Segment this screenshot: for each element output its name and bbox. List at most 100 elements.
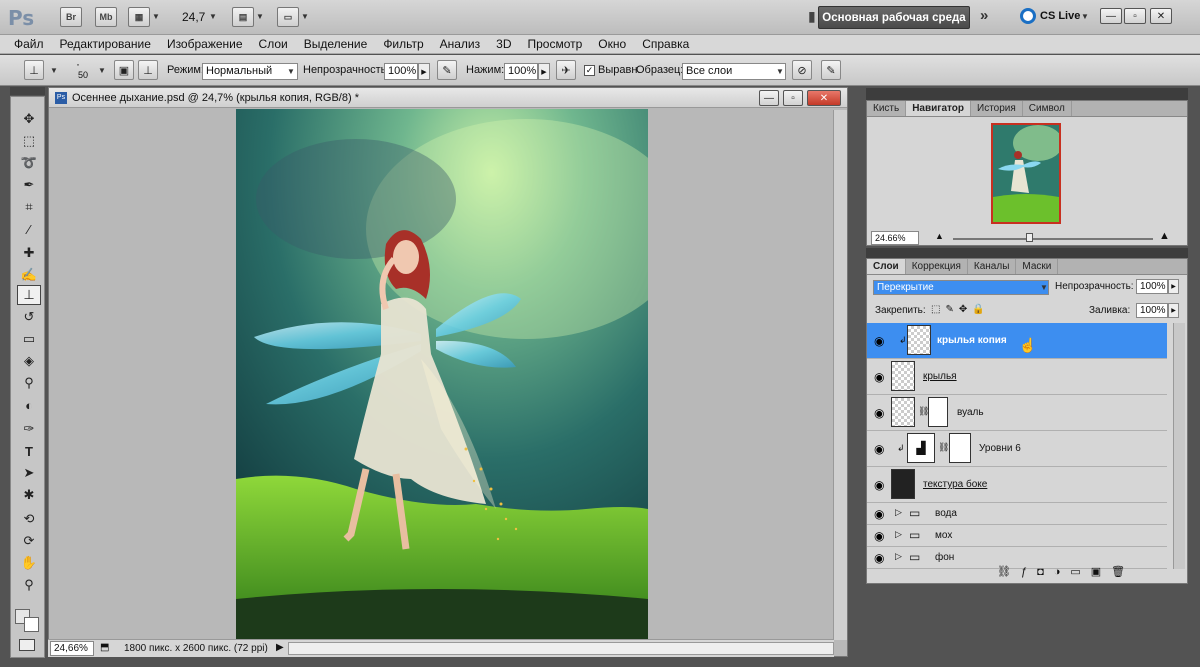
tab-brush[interactable]: Кисть [867, 101, 907, 116]
menu-file[interactable]: Файл [6, 37, 52, 51]
menu-layers[interactable]: Слои [251, 37, 296, 51]
menu-window[interactable]: Окно [590, 37, 634, 51]
quick-mask-icon[interactable] [19, 639, 35, 651]
quick-selection-tool-icon[interactable]: ✒ [17, 175, 41, 195]
layers-dock-header[interactable] [866, 248, 1188, 258]
maximize-button[interactable]: ▫ [1124, 8, 1146, 24]
background-color-swatch[interactable] [24, 617, 39, 632]
lock-icons[interactable]: ⬚✎✥🔒 [931, 304, 990, 315]
menu-filter[interactable]: Фильтр [375, 37, 431, 51]
horizontal-scrollbar[interactable] [288, 642, 834, 655]
path-selection-tool-icon[interactable]: ➤ [17, 463, 41, 483]
image-canvas[interactable] [236, 109, 648, 640]
eye-icon[interactable]: ◉ [874, 478, 884, 492]
doc-minimize-button[interactable]: — [759, 90, 779, 106]
sample-select[interactable]: Все слои [682, 63, 786, 80]
brush-panel-icon[interactable]: ▣ [114, 60, 134, 80]
layer-opacity-slider-button[interactable]: ▶ [1168, 279, 1179, 294]
zoom-in-icon[interactable]: ▲ [1159, 230, 1170, 242]
navigator-preview[interactable] [991, 123, 1061, 224]
zoom-tool-icon[interactable]: ⚲ [17, 575, 41, 595]
eye-icon[interactable]: ◉ [874, 370, 884, 384]
eye-icon[interactable]: ◉ [874, 334, 884, 348]
layers-scrollbar[interactable] [1173, 323, 1185, 569]
pressure-opacity-icon[interactable]: ✎ [437, 60, 457, 80]
3d-rotate-tool-icon[interactable]: ⟲ [17, 509, 41, 529]
menu-image[interactable]: Изображение [159, 37, 251, 51]
more-workspaces-icon[interactable]: ▮ [808, 8, 816, 25]
navigator-zoom-slider[interactable] [953, 238, 1153, 240]
menu-select[interactable]: Выделение [296, 37, 376, 51]
layer-mask-thumbnail[interactable] [928, 397, 948, 427]
status-icon[interactable]: ⬒ [100, 642, 109, 653]
history-brush-tool-icon[interactable]: ↺ [17, 307, 41, 327]
shape-tool-icon[interactable]: ✱ [17, 485, 41, 505]
flow-input[interactable]: 100% [504, 63, 538, 80]
layer-opacity-input[interactable]: 100% [1136, 279, 1168, 294]
crop-tool-icon[interactable]: ⌗ [17, 197, 41, 217]
arrange-documents-button[interactable]: ▤ [232, 7, 254, 27]
menu-help[interactable]: Справка [634, 37, 697, 51]
brush-tool-icon[interactable]: ✍ [17, 265, 41, 285]
layer-group-row[interactable]: ◉ ▷ ▭ вода [867, 503, 1167, 525]
tab-adjustments[interactable]: Коррекция [906, 259, 968, 274]
workspace-switcher-button[interactable]: Основная рабочая среда [818, 6, 970, 29]
clone-source-icon[interactable]: ⊥ [138, 60, 158, 80]
doc-maximize-button[interactable]: ▫ [783, 90, 803, 106]
bridge-button[interactable]: Br [60, 7, 82, 27]
tab-channels[interactable]: Каналы [968, 259, 1017, 274]
tab-layers[interactable]: Слои [867, 259, 906, 274]
move-tool-icon[interactable]: ✥ [17, 109, 41, 129]
opacity-slider-button[interactable]: ▶ [418, 63, 430, 80]
minimize-button[interactable]: — [1100, 8, 1122, 24]
menu-3d[interactable]: 3D [488, 37, 519, 51]
levels-adjustment-icon[interactable]: ▟ [907, 433, 935, 463]
layer-row-selected[interactable]: ◉ ↲ крылья копия ☝ [867, 323, 1167, 359]
eye-icon[interactable]: ◉ [874, 507, 884, 521]
cs-live-button[interactable]: CS Live [1040, 10, 1080, 22]
chevron-down-icon[interactable]: ▼ [98, 66, 106, 75]
eraser-tool-icon[interactable]: ▭ [17, 329, 41, 349]
eyedropper-tool-icon[interactable]: ⁄ [17, 219, 41, 239]
navigator-slider-thumb[interactable] [1026, 233, 1033, 242]
dodge-tool-icon[interactable]: ⚲ [17, 373, 41, 393]
chain-link-icon[interactable]: ⛓ [938, 442, 949, 453]
status-menu-arrow-icon[interactable]: ▶ [276, 642, 284, 653]
expand-arrow-icon[interactable]: ▷ [895, 529, 902, 540]
tab-character[interactable]: Символ [1023, 101, 1072, 116]
layer-name[interactable]: текстура боке [923, 479, 987, 490]
panel-dock-header[interactable] [866, 88, 1188, 100]
tab-history[interactable]: История [971, 101, 1023, 116]
layer-name[interactable]: вода [935, 508, 957, 519]
layer-name[interactable]: вуаль [957, 407, 984, 418]
zoom-percent-field[interactable]: 24,66% [50, 641, 94, 656]
lasso-tool-icon[interactable]: ➰ [17, 153, 41, 173]
navigator-zoom-field[interactable]: 24.66% [871, 231, 919, 245]
layer-row[interactable]: ◉ крылья [867, 359, 1167, 395]
layer-row[interactable]: ◉ ⛓ вуаль [867, 395, 1167, 431]
toolbox-header[interactable] [10, 87, 45, 95]
eye-icon[interactable]: ◉ [874, 406, 884, 420]
eye-icon[interactable]: ◉ [874, 551, 884, 565]
clone-stamp-tool-icon[interactable]: ⊥ [17, 285, 41, 305]
blur-tool-icon[interactable]: ◐ [17, 395, 41, 415]
vertical-scrollbar[interactable] [833, 110, 847, 640]
pressure-size-icon[interactable]: ✎ [821, 60, 841, 80]
opacity-input[interactable]: 100% [384, 63, 418, 80]
double-chevron-icon[interactable]: » [980, 7, 988, 24]
fill-input[interactable]: 100% [1136, 303, 1168, 318]
airbrush-icon[interactable]: ✈ [556, 60, 576, 80]
layers-footer-icons[interactable]: ⛓ƒ◘◑▭▣🗑 [997, 565, 1135, 578]
clone-stamp-preset-icon[interactable]: ⊥ [24, 60, 44, 80]
pen-tool-icon[interactable]: ✑ [17, 419, 41, 439]
menu-edit[interactable]: Редактирование [52, 37, 159, 51]
close-button[interactable]: ✕ [1150, 8, 1172, 24]
eye-icon[interactable]: ◉ [874, 442, 884, 456]
3d-orbit-tool-icon[interactable]: ⟳ [17, 531, 41, 551]
layer-group-row[interactable]: ◉ ▷ ▭ мох [867, 525, 1167, 547]
tab-navigator[interactable]: Навигатор [906, 101, 971, 116]
layer-mask-thumbnail[interactable] [949, 433, 971, 463]
aligned-checkbox[interactable]: ✓ [584, 65, 595, 76]
layer-name[interactable]: мох [935, 530, 952, 541]
blend-mode-select[interactable]: Перекрытие [873, 280, 1049, 295]
